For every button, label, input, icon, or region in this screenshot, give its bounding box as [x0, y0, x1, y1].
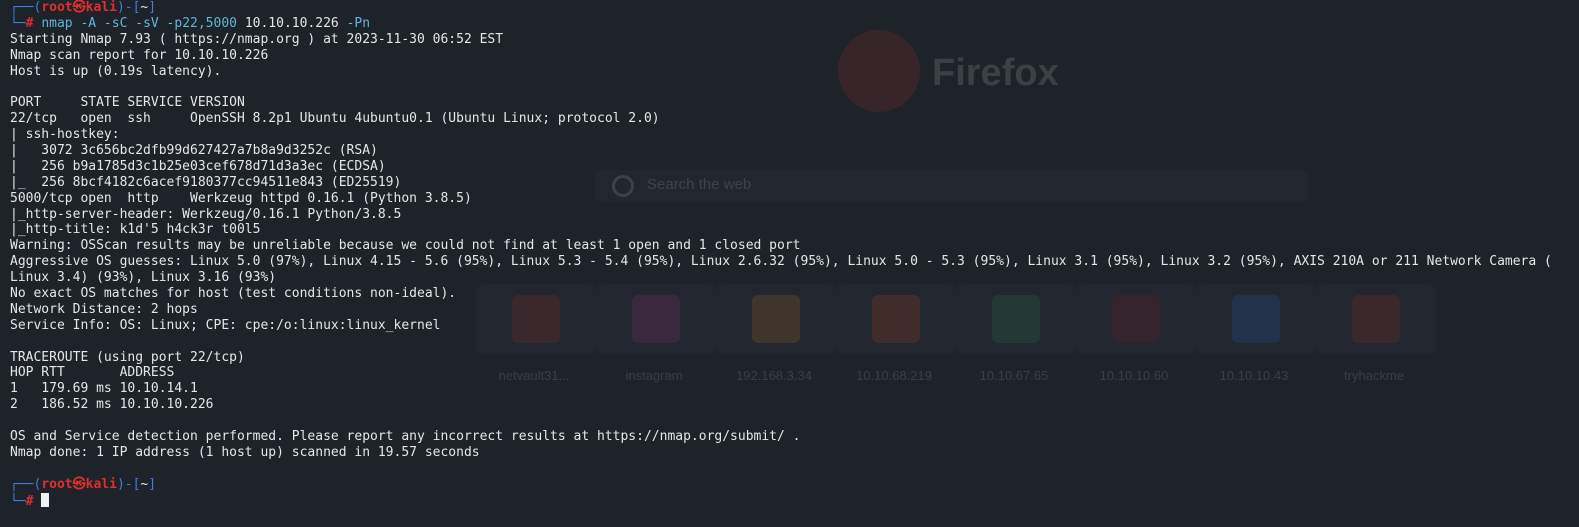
prompt-user-host: root㉿kali [41, 476, 117, 492]
command-target: 10.10.10.226 [244, 15, 339, 31]
output-line: | 256 b9a1785d3c1b25e03cef678d71d3a3ec (… [10, 158, 386, 174]
command-line: └─# nmap -A -sC -sV -p22,5000 10.10.10.2… [10, 16, 1579, 32]
input-line[interactable]: └─# [10, 492, 1579, 509]
output-line: Nmap done: 1 IP address (1 host up) scan… [10, 444, 480, 460]
output-line: OS and Service detection performed. Plea… [10, 429, 801, 445]
output-line: 22/tcp open ssh OpenSSH 8.2p1 Ubuntu 4ub… [10, 111, 660, 127]
terminal[interactable]: ┌──(root㉿kali)-[~] └─# nmap -A -sC -sV -… [10, 0, 1579, 527]
command-output: Starting Nmap 7.93 ( https://nmap.org ) … [10, 32, 1579, 477]
prompt-line-top: ┌──(root㉿kali)-[~] [10, 477, 1579, 493]
output-line: Service Info: OS: Linux; CPE: cpe:/o:lin… [10, 317, 441, 333]
prompt-frame: ] [148, 476, 157, 492]
output-line: Host is up (0.19s latency). [10, 63, 222, 79]
output-line: |_http-server-header: Werkzeug/0.16.1 Py… [10, 206, 402, 222]
output-line: Aggressive OS guesses: Linux 5.0 (97%), … [10, 254, 1552, 270]
command-name: nmap [41, 15, 73, 31]
output-line: | ssh-hostkey: [10, 127, 120, 143]
prompt-frame: ┌──( [10, 476, 42, 492]
output-line: 1 179.69 ms 10.10.14.1 [10, 381, 198, 397]
output-line: |_ 256 8bcf4182c6acef9180377cc94511e843 … [10, 174, 402, 190]
prompt-hash: # [25, 493, 34, 509]
prompt-line-top: ┌──(root㉿kali)-[~] [10, 0, 1579, 16]
command-flags: -A -sC -sV -p22,5000 [80, 15, 237, 31]
output-line: Linux 3.4) (93%), Linux 3.16 (93%) [10, 270, 277, 286]
prompt-frame: )-[ [116, 0, 141, 15]
prompt-frame: └─ [10, 493, 26, 509]
output-line: 2 186.52 ms 10.10.10.226 [10, 397, 214, 413]
prompt-frame: )-[ [116, 476, 141, 492]
text-cursor[interactable] [41, 492, 50, 507]
prompt-user-host: root㉿kali [41, 0, 117, 15]
prompt-frame: ┌──( [10, 0, 42, 15]
prompt-frame: ] [148, 0, 157, 15]
output-line: No exact OS matches for host (test condi… [10, 286, 457, 302]
output-line: Warning: OSScan results may be unreliabl… [10, 238, 801, 254]
output-line: PORT STATE SERVICE VERSION [10, 95, 245, 111]
output-line: 5000/tcp open http Werkzeug httpd 0.16.1… [10, 190, 472, 206]
output-line: TRACEROUTE (using port 22/tcp) [10, 349, 245, 365]
output-line: Network Distance: 2 hops [10, 301, 198, 317]
output-line: HOP RTT ADDRESS [10, 365, 175, 381]
output-line: | 3072 3c656bc2dfb99d627427a7b8a9d3252c … [10, 143, 378, 159]
prompt-frame: └─ [10, 15, 26, 31]
command-tail: -Pn [346, 15, 371, 31]
prompt-hash: # [25, 15, 34, 31]
output-line: Starting Nmap 7.93 ( https://nmap.org ) … [10, 31, 504, 47]
output-line: |_http-title: k1d'5 h4ck3r t00l5 [10, 222, 261, 238]
output-line: Nmap scan report for 10.10.10.226 [10, 47, 269, 63]
